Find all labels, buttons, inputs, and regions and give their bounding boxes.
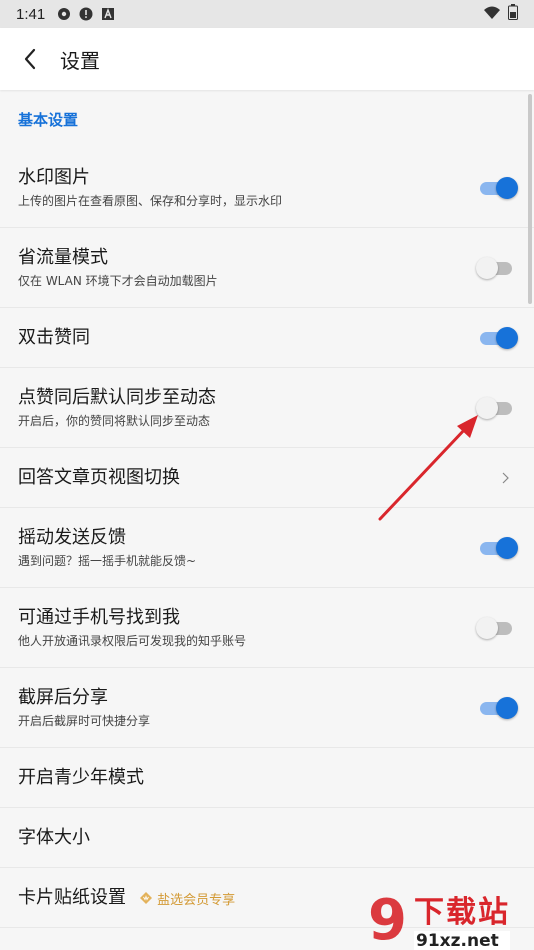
setting-find-by-phone[interactable]: 可通过手机号找到我 他人开放通讯录权限后可发现我的知乎账号	[0, 588, 534, 668]
status-bar: 1:41	[0, 0, 534, 28]
setting-subtitle: 他人开放通讯录权限后可发现我的知乎账号	[18, 634, 247, 648]
site-watermark: 9 下载站 91xz.net	[364, 888, 532, 950]
vip-crown-icon	[140, 892, 153, 904]
battery-icon	[508, 4, 518, 24]
setting-subtitle: 开启后，你的赞同将默认同步至动态	[18, 414, 211, 428]
app-a-icon	[101, 7, 115, 21]
watermark-url: 91xz.net	[414, 931, 510, 950]
chevron-left-icon	[24, 48, 36, 70]
shake-feedback-toggle[interactable]	[478, 536, 518, 559]
settings-list[interactable]: 基本设置 水印图片 上传的图片在查看原图、保存和分享时，显示水印 省流量模式 仅…	[0, 90, 534, 950]
setting-font-size[interactable]: 字体大小	[0, 808, 534, 868]
section-header: 基本设置	[18, 110, 79, 129]
setting-subtitle: 上传的图片在查看原图、保存和分享时，显示水印	[18, 194, 283, 208]
sync-feed-toggle[interactable]	[476, 396, 514, 419]
find-by-phone-toggle[interactable]	[476, 616, 514, 639]
app-bar: 设置	[0, 28, 534, 90]
settings-gear-icon	[57, 7, 71, 21]
setting-subtitle: 遇到问题？摇一摇手机就能反馈~	[18, 554, 197, 568]
setting-title: 省流量模式	[18, 247, 108, 268]
setting-subtitle: 开启后截屏时可快捷分享	[18, 714, 151, 728]
setting-title: 水印图片	[18, 167, 90, 188]
alert-icon	[79, 7, 93, 21]
setting-shake-feedback[interactable]: 摇动发送反馈 遇到问题？摇一摇手机就能反馈~	[0, 508, 534, 588]
setting-title: 回答文章页视图切换	[18, 466, 180, 488]
watermark-toggle[interactable]	[478, 176, 518, 199]
watermark-logo-icon: 9	[368, 889, 407, 949]
setting-sync-agree-to-feed[interactable]: 点赞同后默认同步至动态 开启后，你的赞同将默认同步至动态	[0, 368, 534, 448]
vip-badge: 盐选会员专享	[139, 889, 235, 908]
chevron-right-icon	[502, 472, 509, 483]
setting-screenshot-share[interactable]: 截屏后分享 开启后截屏时可快捷分享	[0, 668, 534, 748]
setting-title: 卡片贴纸设置	[18, 886, 126, 908]
setting-youth-mode[interactable]: 开启青少年模式	[0, 748, 534, 808]
setting-double-tap-agree[interactable]: 双击赞同	[0, 308, 534, 368]
setting-watermark-image[interactable]: 水印图片 上传的图片在查看原图、保存和分享时，显示水印	[0, 148, 534, 228]
vip-badge-label: 盐选会员专享	[157, 892, 236, 908]
setting-subtitle: 仅在 WLAN 环境下才会自动加载图片	[18, 274, 218, 288]
setting-title: 双击赞同	[18, 326, 90, 348]
wifi-icon	[484, 5, 500, 24]
watermark-brand: 下载站	[414, 895, 510, 930]
setting-title: 字体大小	[18, 826, 90, 848]
page-title: 设置	[60, 48, 100, 73]
svg-text:9: 9	[368, 889, 407, 949]
setting-title: 摇动发送反馈	[18, 527, 126, 548]
data-saver-toggle[interactable]	[476, 256, 514, 279]
back-button[interactable]	[0, 28, 60, 90]
scrollbar[interactable]	[528, 94, 532, 304]
setting-answer-view-switch[interactable]: 回答文章页视图切换	[0, 448, 534, 508]
setting-title: 开启青少年模式	[18, 766, 144, 788]
screenshot-share-toggle[interactable]	[478, 696, 518, 719]
status-time: 1:41	[16, 5, 46, 23]
setting-data-saver[interactable]: 省流量模式 仅在 WLAN 环境下才会自动加载图片	[0, 228, 534, 308]
setting-title: 截屏后分享	[18, 687, 108, 708]
setting-title: 点赞同后默认同步至动态	[18, 387, 216, 408]
double-tap-toggle[interactable]	[478, 326, 518, 349]
setting-title: 可通过手机号找到我	[18, 607, 180, 628]
